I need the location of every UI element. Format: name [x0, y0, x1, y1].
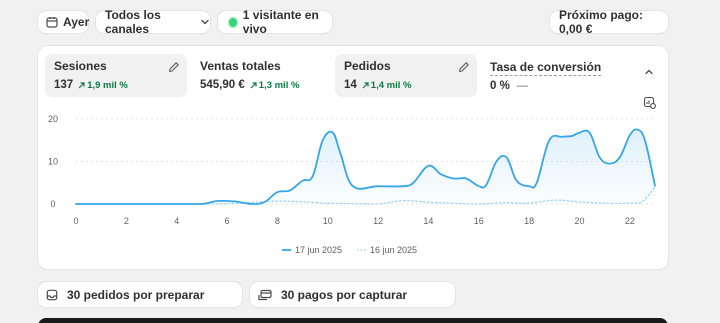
legend-label-16-jun: 16 jun 2025	[370, 245, 417, 255]
live-visitors-button[interactable]: 1 visitante en vivo	[218, 8, 332, 36]
live-visitors-label: 1 visitante en vivo	[242, 8, 319, 36]
x-tick-label: 18	[524, 216, 534, 226]
y-tick-label: 20	[48, 114, 58, 124]
live-dot-icon	[229, 17, 237, 27]
channel-select[interactable]: Todos los canales	[96, 8, 210, 36]
x-tick-label: 2	[124, 216, 129, 226]
y-tick-label: 10	[48, 157, 58, 167]
channel-select-label: Todos los canales	[105, 8, 161, 36]
chart-legend: 17 jun 2025 16 jun 2025	[282, 245, 417, 255]
x-tick-label: 10	[323, 216, 333, 226]
y-tick-label: 0	[50, 199, 55, 209]
orders-to-fulfill-label: 30 pedidos por preparar	[67, 287, 205, 302]
next-payout-label: Próximo pago: 0,00 €	[559, 8, 644, 36]
x-tick-label: 6	[225, 216, 230, 226]
analytics-card: Sesiones 137 1,9 mil % Ventas totales 54…	[38, 46, 668, 269]
date-range-button[interactable]: Ayer	[38, 11, 90, 33]
inbox-icon	[46, 289, 58, 300]
x-tick-label: 8	[275, 216, 280, 226]
date-range-label: Ayer	[63, 15, 90, 29]
next-payout-button[interactable]: Próximo pago: 0,00 €	[550, 8, 668, 36]
card-icon	[258, 289, 272, 300]
x-tick-label: 12	[373, 216, 383, 226]
sessions-chart: 0 10 20 0 2 4 6 8 10 12 14 16 18 20 22 17 jun 2025 16…	[48, 114, 656, 255]
x-tick-label: 0	[73, 216, 78, 226]
next-section-card	[38, 318, 668, 323]
payments-to-capture-button[interactable]: 30 pagos por capturar	[250, 282, 455, 307]
x-tick-label: 22	[625, 216, 635, 226]
x-tick-label: 16	[474, 216, 484, 226]
legend-label-17-jun: 17 jun 2025	[295, 245, 342, 255]
chevron-down-icon	[201, 19, 209, 25]
calendar-icon	[46, 17, 58, 28]
x-tick-label: 14	[423, 216, 433, 226]
x-tick-label: 4	[174, 216, 179, 226]
payments-to-capture-label: 30 pagos por capturar	[281, 287, 408, 302]
series-area-17-jun	[76, 129, 655, 204]
orders-to-fulfill-button[interactable]: 30 pedidos por preparar	[38, 282, 242, 307]
x-tick-label: 20	[574, 216, 584, 226]
